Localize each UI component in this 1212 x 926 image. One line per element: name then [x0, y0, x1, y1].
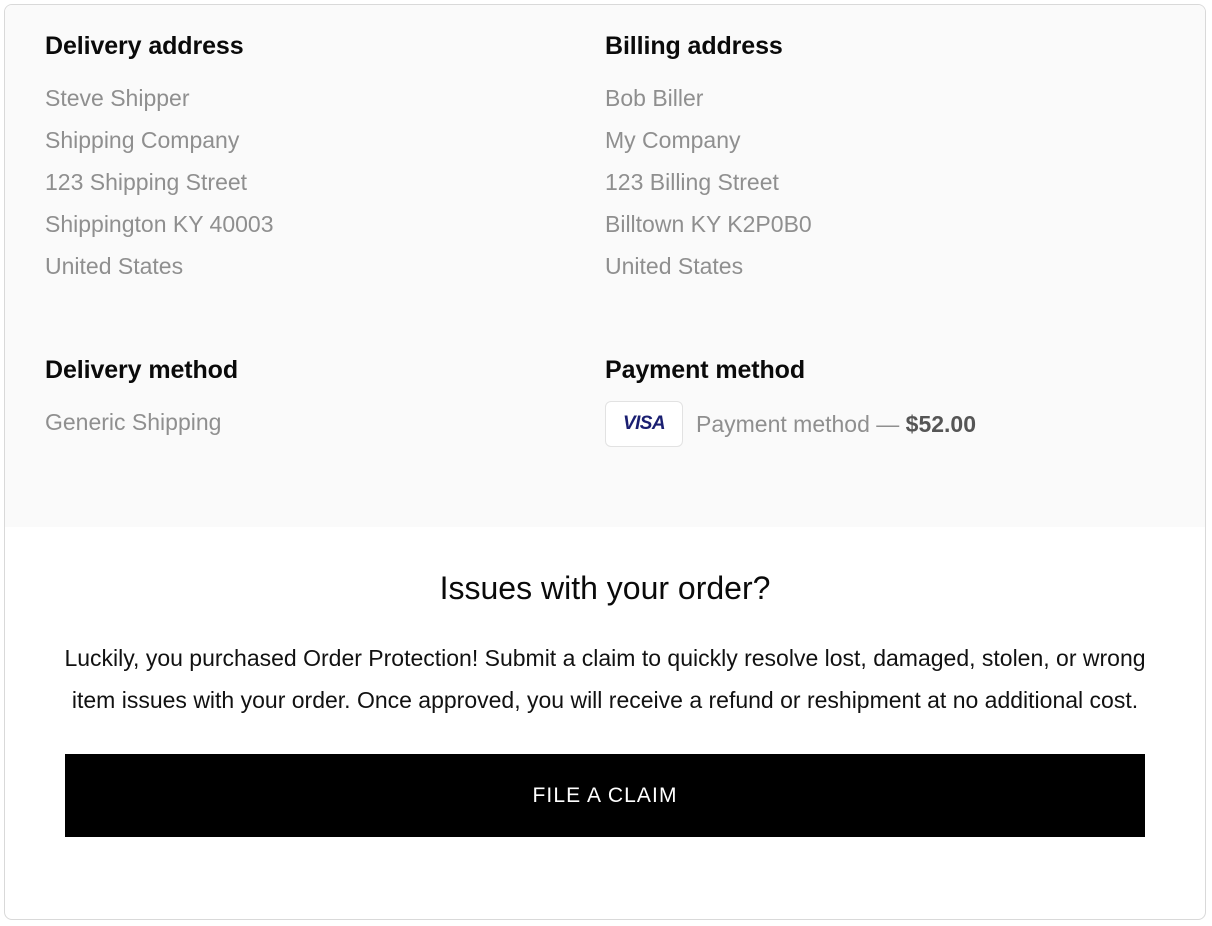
delivery-address-line: Steve Shipper [45, 85, 190, 111]
delivery-method-title: Delivery method [45, 356, 239, 384]
delivery-address-block: Delivery address Steve Shipper Shipping … [45, 31, 605, 287]
delivery-address-title: Delivery address [45, 32, 244, 60]
billing-address-line: Bob Biller [605, 85, 704, 111]
delivery-address-line: 123 Shipping Street [45, 169, 248, 195]
billing-address-title: Billing address [605, 32, 783, 60]
payment-method-dash: — [876, 410, 900, 437]
order-summary-section: Delivery address Steve Shipper Shipping … [5, 5, 1205, 527]
visa-card-icon: VISA [605, 401, 683, 447]
order-summary-card: Delivery address Steve Shipper Shipping … [4, 4, 1206, 920]
billing-address-line: 123 Billing Street [605, 169, 779, 195]
payment-method-title: Payment method [605, 356, 806, 384]
addresses-row: Delivery address Steve Shipper Shipping … [45, 31, 1165, 287]
payment-method-row: VISA Payment method — $52.00 [605, 401, 1165, 447]
billing-address-line: United States [605, 253, 744, 279]
delivery-method-block: Delivery method Generic Shipping [45, 355, 605, 447]
issues-description: Luckily, you purchased Order Protection!… [64, 645, 1146, 714]
payment-method-summary: Payment method — $52.00 [696, 411, 976, 438]
payment-method-amount: $52.00 [905, 410, 977, 437]
issues-title: Issues with your order? [439, 570, 771, 606]
delivery-method-value: Generic Shipping [45, 409, 222, 435]
delivery-address-line: Shippington KY 40003 [45, 211, 274, 237]
delivery-address-line: Shipping Company [45, 127, 240, 153]
visa-wordmark: VISA [623, 413, 666, 434]
billing-address-block: Billing address Bob Biller My Company 12… [605, 31, 1165, 287]
payment-method-label: Payment method [696, 410, 870, 437]
billing-address-line: Billtown KY K2P0B0 [605, 211, 812, 237]
methods-row: Delivery method Generic Shipping Payment… [45, 355, 1165, 447]
issues-section: Issues with your order? Luckily, you pur… [5, 527, 1205, 838]
file-a-claim-button[interactable]: FILE A CLAIM [65, 754, 1145, 838]
payment-method-block: Payment method VISA Payment method — $52… [605, 355, 1165, 447]
billing-address-line: My Company [605, 127, 741, 153]
delivery-address-line: United States [45, 253, 184, 279]
